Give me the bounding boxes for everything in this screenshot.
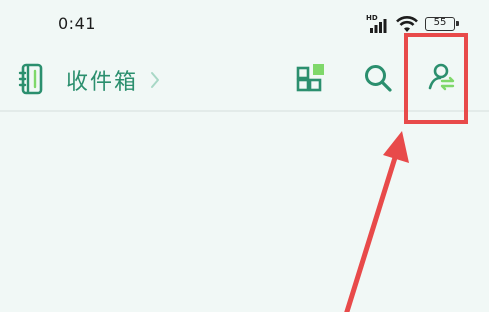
apps-grid-icon[interactable] xyxy=(296,62,328,94)
chevron-right-icon xyxy=(150,71,160,89)
notebook-selector[interactable]: 收件箱 xyxy=(66,64,160,96)
network-type-label: HD xyxy=(366,14,378,22)
page-title: 收件箱 xyxy=(66,70,139,95)
wifi-icon xyxy=(395,14,419,34)
annotation-highlight-box xyxy=(404,33,468,124)
search-icon[interactable] xyxy=(363,63,393,93)
app-screen: 0:41 HD 55 收件箱 xyxy=(0,0,489,312)
battery-icon: 55 xyxy=(425,17,459,31)
status-time: 0:41 xyxy=(58,14,96,33)
notebook-icon[interactable] xyxy=(18,62,46,96)
status-icons: HD 55 xyxy=(365,14,465,34)
battery-level: 55 xyxy=(433,17,447,28)
cellular-signal-icon: HD xyxy=(365,14,391,34)
